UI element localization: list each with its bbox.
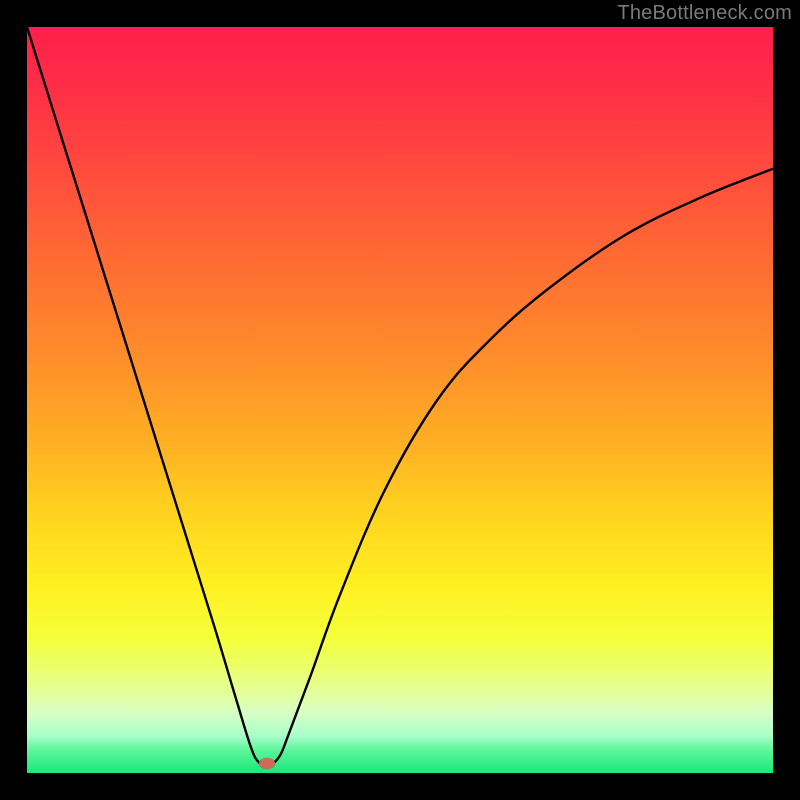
optimum-marker	[259, 758, 275, 769]
plot-area	[27, 27, 773, 773]
curve-svg	[27, 27, 773, 773]
bottleneck-curve	[27, 27, 773, 766]
watermark-text: TheBottleneck.com	[617, 2, 792, 25]
chart-frame: TheBottleneck.com	[0, 0, 800, 800]
